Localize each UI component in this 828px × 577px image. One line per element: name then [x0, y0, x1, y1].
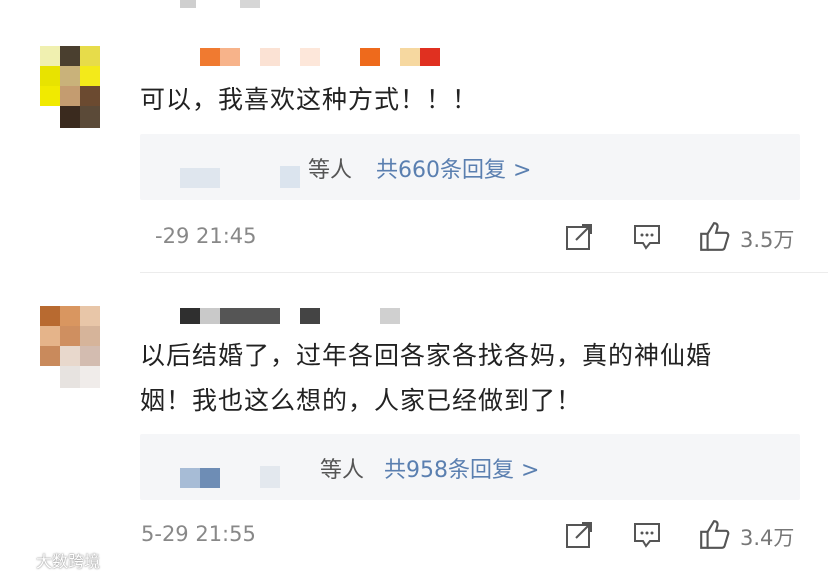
divider [140, 272, 828, 273]
like-icon[interactable] [698, 220, 730, 252]
blurred-pixel [240, 0, 260, 8]
comment-icon[interactable] [632, 520, 662, 550]
watermark-text: 大数跨境 [36, 552, 101, 571]
comment-time: 5-29 21:55 [141, 522, 256, 546]
reply-count-link[interactable]: 共958条回复 > [384, 452, 539, 484]
blurred-pixel [180, 0, 196, 8]
comment-text: 可以，我喜欢这种方式！！！ [140, 85, 479, 114]
reply-prefix: 等人 [308, 158, 353, 183]
username-blurred[interactable] [200, 48, 440, 68]
reply-count-link[interactable]: 共660条回复 > [376, 152, 531, 184]
reply-summary[interactable]: 等人 共660条回复 > [140, 134, 800, 200]
avatar[interactable] [40, 46, 120, 128]
comment-text-line1: 以后结婚了，过年各回各家各找各妈，真的神仙婚 [140, 341, 713, 370]
like-count: 3.4万 [740, 526, 795, 550]
share-icon[interactable] [564, 222, 594, 252]
avatar[interactable] [40, 306, 120, 388]
watermark: 大数跨境 [6, 548, 100, 572]
share-icon[interactable] [564, 520, 594, 550]
watermark-logo-icon [7, 552, 30, 566]
comment-time: -29 21:45 [155, 224, 257, 248]
comment-icon[interactable] [632, 222, 662, 252]
comment-text-line2: 姻！我也这么想的，人家已经做到了！ [140, 386, 583, 415]
like-count: 3.5万 [740, 228, 795, 252]
username-blurred[interactable] [180, 308, 400, 324]
like-icon[interactable] [698, 518, 730, 550]
reply-prefix: 等人 [320, 458, 365, 483]
reply-summary[interactable]: 等人 共958条回复 > [140, 434, 800, 500]
